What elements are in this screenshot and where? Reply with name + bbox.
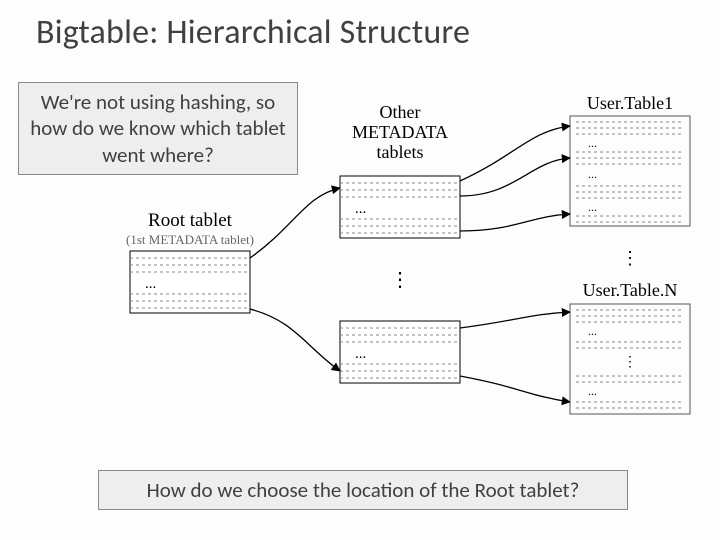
metadata-label-3: tablets <box>377 142 424 162</box>
user-table-top-group: ... ... ... <box>570 116 690 226</box>
callout-text: How do we choose the location of the Roo… <box>147 477 580 503</box>
metadata-label-group: Other METADATA tablets <box>352 102 448 162</box>
metadata-tablet-bottom: ... <box>340 321 460 383</box>
arrow <box>250 188 340 258</box>
svg-text:⋮: ⋮ <box>623 353 637 370</box>
svg-text:...: ... <box>588 200 597 214</box>
user-table-top-label: User.Table1 <box>587 96 673 113</box>
ellipsis-text: ... <box>355 346 366 362</box>
svg-text:...: ... <box>588 167 597 181</box>
metadata-tablet-top: ... <box>340 176 460 238</box>
svg-text:...: ... <box>588 324 597 338</box>
root-tablet-sublabel: (1st METADATA tablet) <box>126 232 254 247</box>
svg-text:...: ... <box>588 384 597 398</box>
user-table-bottom-label: User.Table.N <box>583 280 678 300</box>
hierarchy-diagram: Root tablet (1st METADATA tablet) ... Ot… <box>120 96 710 466</box>
metadata-label-1: Other <box>380 102 421 122</box>
vdots-icon: ⋮ <box>621 247 639 269</box>
root-tablet-label: Root tablet <box>148 210 233 231</box>
question-callout-bottom: How do we choose the location of the Roo… <box>98 470 628 510</box>
svg-text:...: ... <box>588 136 597 150</box>
arrow <box>460 158 570 196</box>
ellipsis-text: ... <box>145 276 156 292</box>
arrow <box>460 126 570 181</box>
arrow <box>250 309 340 371</box>
arrow <box>460 214 570 231</box>
arrow <box>460 312 570 328</box>
user-table-bottom-group: ... ⋮ ... <box>570 304 690 414</box>
page-title: Bigtable: Hierarchical Structure <box>36 12 470 53</box>
vdots-icon: ⋮ <box>390 268 410 292</box>
slide: Bigtable: Hierarchical Structure We're n… <box>0 0 720 540</box>
root-tablet-group: Root tablet (1st METADATA tablet) ... <box>126 210 254 313</box>
metadata-label-2: METADATA <box>352 122 448 142</box>
arrow <box>460 376 570 402</box>
ellipsis-text: ... <box>355 201 366 217</box>
